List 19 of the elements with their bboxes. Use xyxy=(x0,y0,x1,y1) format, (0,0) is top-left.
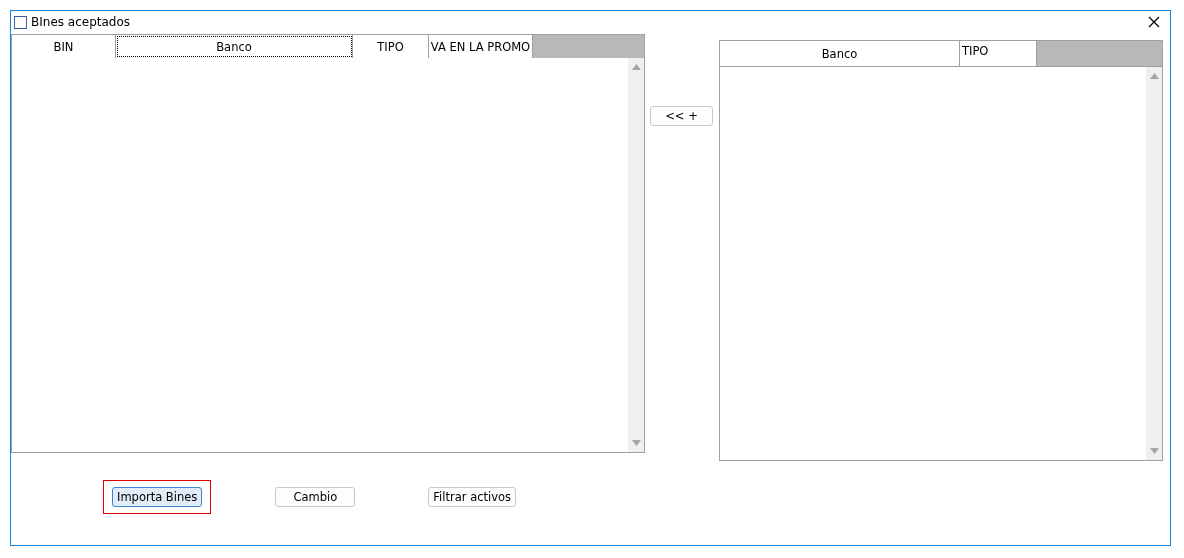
scroll-down-icon[interactable] xyxy=(631,440,641,446)
scroll-up-icon[interactable] xyxy=(631,64,641,70)
column-header[interactable]: VA EN LA PROMO xyxy=(429,35,533,58)
action-button[interactable]: Importa Bines xyxy=(112,487,203,507)
column-header[interactable]: BIN xyxy=(12,35,116,58)
close-icon[interactable] xyxy=(1148,16,1160,28)
action-button[interactable]: Cambio xyxy=(275,487,356,507)
column-header[interactable]: TIPO xyxy=(960,41,1037,66)
column-header[interactable]: Banco xyxy=(720,41,960,66)
scrollbar[interactable] xyxy=(628,58,644,452)
action-button[interactable]: Filtrar activos xyxy=(428,487,517,507)
scroll-up-icon[interactable] xyxy=(1149,73,1159,79)
window-title: BInes aceptados xyxy=(31,15,132,29)
column-header[interactable]: Banco xyxy=(116,35,353,58)
scrollbar[interactable] xyxy=(1146,67,1162,460)
column-header[interactable]: TIPO xyxy=(353,35,429,58)
scroll-down-icon[interactable] xyxy=(1149,448,1159,454)
window-icon xyxy=(14,15,27,29)
move-button[interactable]: << + xyxy=(650,106,713,126)
